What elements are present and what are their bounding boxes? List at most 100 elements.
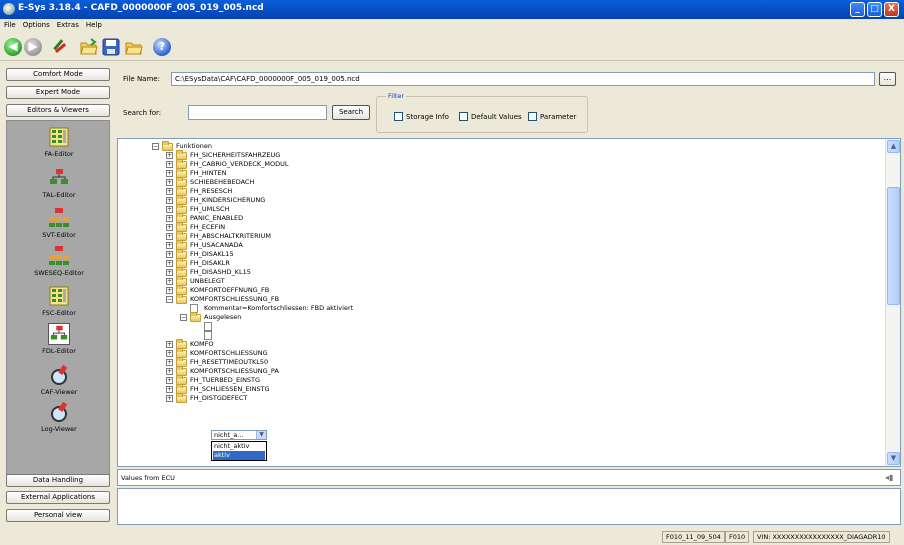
tree-item[interactable]: + FH_RESETTIMEOUTKL50 — [166, 357, 766, 367]
scroll-down-icon[interactable]: ▼ — [887, 452, 900, 465]
tree-item[interactable]: + FH_DISAKL15 — [166, 249, 766, 259]
maximize-button[interactable]: □ — [867, 2, 882, 17]
tree-comment[interactable]: Kommentar=Komfortschliessen: FBD aktivie… — [180, 304, 780, 313]
close-button[interactable]: X — [884, 2, 899, 17]
expand-icon[interactable]: + — [166, 287, 173, 294]
expand-icon[interactable]: + — [166, 386, 173, 393]
tree-item-value[interactable] — [194, 331, 214, 340]
expand-icon[interactable]: + — [166, 188, 173, 195]
tree-item[interactable]: + FH_HINTEN — [166, 168, 766, 178]
tree-item[interactable]: + UNBELEGT — [166, 276, 766, 286]
sweseq-editor-tool[interactable]: SWESEQ-Editor — [7, 245, 111, 277]
personal-view-button[interactable]: Personal view — [6, 509, 110, 522]
tree-item[interactable]: + FH_TUERBED_EINSTG — [166, 375, 766, 385]
expand-icon[interactable]: + — [166, 215, 173, 222]
search-button[interactable]: Search — [332, 105, 370, 120]
back-icon[interactable]: ◀ — [4, 38, 22, 56]
tree-item[interactable]: + KOMFORTSCHLIESSUNG — [166, 348, 766, 358]
comfort-mode-button[interactable]: Comfort Mode — [6, 68, 110, 81]
forward-icon[interactable]: ▶ — [24, 38, 42, 56]
parameter-checkbox[interactable] — [528, 112, 537, 121]
expand-icon[interactable]: + — [166, 251, 173, 258]
expand-icon[interactable]: + — [166, 368, 173, 375]
save-icon[interactable] — [102, 38, 120, 56]
tree-item[interactable]: + FH_DISTGDEFECT — [166, 393, 766, 403]
tree-item[interactable]: + KOMFORTSCHLIESSUNG_PA — [166, 366, 766, 376]
menu-file[interactable]: File — [0, 19, 19, 29]
dropdown-option-nicht-aktiv[interactable]: nicht_aktiv — [213, 442, 265, 451]
file-name-field[interactable]: C:\ESysData\CAF\CAFD_0000000F_005_019_00… — [171, 72, 875, 86]
expand-icon[interactable]: + — [166, 152, 173, 159]
tree-root-funktionen[interactable]: − Funktionen — [152, 141, 752, 151]
tree-item[interactable]: + FH_RESESCH — [166, 186, 766, 196]
tree-item[interactable]: + SCHIEBEHEBEDACH — [166, 177, 766, 187]
tree-item[interactable]: + FH_UMLSCH — [166, 204, 766, 214]
scroll-thumb[interactable] — [887, 187, 900, 305]
expand-icon[interactable]: + — [166, 179, 173, 186]
dropdown-option-aktiv[interactable]: aktiv — [213, 451, 265, 460]
expand-icon[interactable]: + — [166, 359, 173, 366]
tree-item[interactable]: + FH_USACANADA — [166, 240, 766, 250]
menu-options[interactable]: Options — [19, 19, 53, 29]
tree-item[interactable]: + KOMFO — [166, 339, 766, 349]
expand-icon[interactable]: + — [166, 242, 173, 249]
caf-viewer-tool[interactable]: CAF-Viewer — [7, 364, 111, 396]
tree-item[interactable]: + FH_KINDERSICHERUNG — [166, 195, 766, 205]
expand-icon[interactable]: + — [166, 260, 173, 267]
tree-item[interactable]: + KOMFORTOEFFNUNG_FB — [166, 285, 766, 295]
editors-viewers-button[interactable]: Editors & Viewers — [6, 104, 110, 117]
external-applications-button[interactable]: External Applications — [6, 491, 110, 504]
chevron-down-icon[interactable]: ▼ — [256, 431, 266, 439]
tree-item-value[interactable] — [194, 322, 214, 331]
tools-icon[interactable] — [52, 38, 70, 56]
help-icon[interactable]: ? — [153, 38, 171, 56]
svt-editor-tool[interactable]: SVT-Editor — [7, 207, 111, 239]
vertical-scrollbar[interactable]: ▲ ▼ — [885, 139, 900, 466]
expand-icon[interactable]: − — [180, 314, 187, 321]
tree-item[interactable]: + FH_SICHERHEITSFAHRZEUG — [166, 150, 766, 160]
fa-editor-tool[interactable]: FA-Editor — [7, 126, 111, 158]
tree-item[interactable]: + PANIC_ENABLED — [166, 213, 766, 223]
expert-mode-button[interactable]: Expert Mode — [6, 86, 110, 99]
browse-button[interactable]: ... — [879, 72, 896, 86]
expand-icon[interactable]: + — [166, 377, 173, 384]
open-folder-icon[interactable] — [80, 38, 98, 56]
fdl-editor-tool[interactable]: FDL-Editor — [7, 323, 111, 355]
tree-item[interactable]: + FH_DISAKLR — [166, 258, 766, 268]
expand-icon[interactable]: − — [152, 143, 159, 150]
expand-icon[interactable]: + — [166, 350, 173, 357]
tal-editor-tool[interactable]: TAL-Editor — [7, 167, 111, 199]
tree-item[interactable]: + FH_CABRIO_VERDECK_MODUL — [166, 159, 766, 169]
tree-item[interactable]: + FH_DISASHD_KL15 — [166, 267, 766, 277]
expand-icon[interactable]: + — [166, 197, 173, 204]
menu-extras[interactable]: Extras — [53, 19, 82, 29]
expand-icon[interactable]: + — [166, 269, 173, 276]
tree-item[interactable]: + FH_ABSCHALTKRITERIUM — [166, 231, 766, 241]
tool-label: FDL-Editor — [42, 347, 76, 355]
tree-item[interactable]: − KOMFORTSCHLIESSUNG_FB — [166, 294, 766, 304]
scroll-up-icon[interactable]: ▲ — [887, 140, 900, 153]
fsc-editor-tool[interactable]: FSC-Editor — [7, 285, 111, 317]
tree-ausgelesen[interactable]: − Ausgelesen — [180, 312, 780, 322]
expand-icon[interactable]: + — [166, 224, 173, 231]
minimize-button[interactable]: _ — [850, 2, 865, 17]
data-handling-button[interactable]: Data Handling — [6, 474, 110, 487]
expand-icon[interactable]: + — [166, 395, 173, 402]
expand-icon[interactable]: + — [166, 341, 173, 348]
expand-icon[interactable]: + — [166, 161, 173, 168]
storage-info-checkbox[interactable] — [394, 112, 403, 121]
value-dropdown[interactable]: nicht_a... ▼ — [211, 430, 267, 440]
tree-item[interactable]: + FH_SCHLIESSEN_EINSTG — [166, 384, 766, 394]
menu-help[interactable]: Help — [82, 19, 105, 29]
pin-icon[interactable]: ◂▮ — [885, 474, 894, 482]
expand-icon[interactable]: + — [166, 206, 173, 213]
search-input[interactable] — [188, 105, 327, 120]
expand-icon[interactable]: + — [166, 170, 173, 177]
expand-icon[interactable]: + — [166, 233, 173, 240]
expand-icon[interactable]: − — [166, 296, 173, 303]
open-file-icon[interactable] — [125, 38, 143, 56]
default-values-checkbox[interactable] — [459, 112, 468, 121]
log-viewer-tool[interactable]: Log-Viewer — [7, 401, 111, 433]
tree-item[interactable]: + FH_ECEFIN — [166, 222, 766, 232]
expand-icon[interactable]: + — [166, 278, 173, 285]
